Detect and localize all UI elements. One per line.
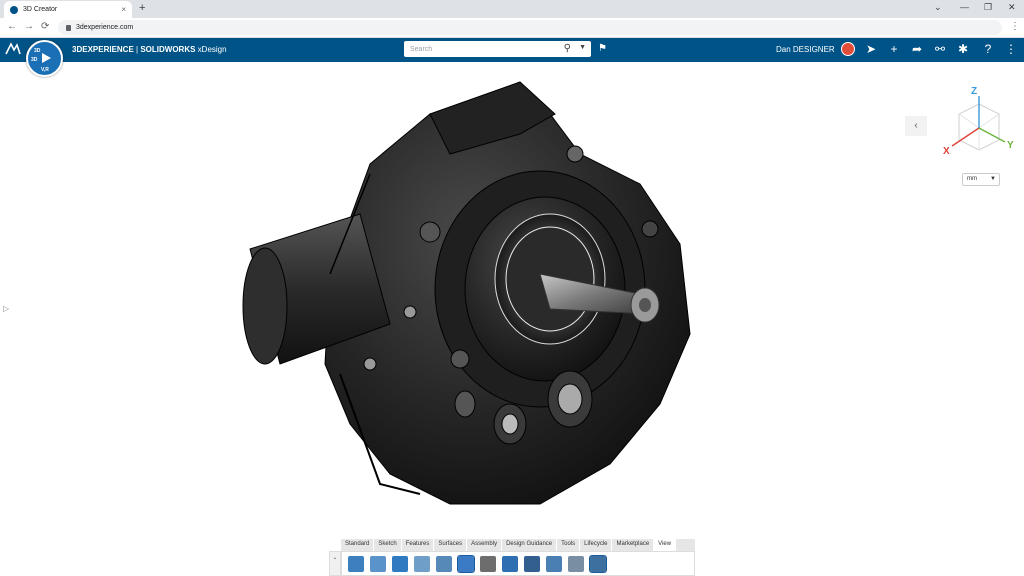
collapse-panel-button[interactable]: ‹ [905,116,927,136]
ds-logo-icon[interactable] [5,42,21,59]
browser-tabstrip: 3D Creator × + ⌄ — ❐ ✕ [0,0,1024,18]
apps-icon[interactable]: ✱ [956,42,970,56]
unit-value: mm [967,176,977,182]
tab-assembly[interactable]: Assembly [467,539,503,551]
appearance-icon[interactable] [524,555,540,572]
lock-icon [66,24,71,31]
3d-viewport[interactable]: ▷ ‹ Z X Y mm ▼ [0,62,1024,576]
minimize-button[interactable]: — [960,2,969,12]
compass-south-label: V,R [41,67,49,73]
compass-west-label: 3D [31,57,38,63]
compass-button[interactable]: 3D 3D V,R [26,40,63,77]
chevron-down-icon: ▼ [990,176,996,182]
zoom-icon[interactable] [370,555,386,572]
tab-features[interactable]: Features [402,539,435,551]
forward-button[interactable]: → [24,21,34,32]
explode-view-icon[interactable] [546,555,562,572]
browser-tab-title: 3D Creator [23,6,58,13]
tab-surfaces[interactable]: Surfaces [434,539,468,551]
view-triad[interactable]: Z X Y [935,82,1023,167]
zoom-area-icon[interactable] [436,555,452,572]
action-bar-commands [341,551,695,576]
search-placeholder: Search [410,45,433,53]
back-button[interactable]: ← [7,21,17,32]
close-tab-icon[interactable]: × [121,5,126,14]
brand-suffix: xDesign [195,45,227,54]
rotate-view-icon[interactable] [348,555,364,572]
brand-platform: 3DEXPERIENCE [72,45,134,54]
url-text: 3dexperience.com [76,24,134,31]
browser-menu-button[interactable]: ⋮ [1010,21,1020,32]
more-icon[interactable]: ⋮ [1004,42,1018,56]
tab-standard[interactable]: Standard [341,539,375,551]
visibility-icon[interactable] [589,554,607,573]
search-icon[interactable]: ⚲ [564,43,571,54]
browser-toolbar: ← → ⟳ 3dexperience.com ⋮ [0,18,1024,38]
add-icon[interactable]: + [887,42,901,56]
capture-icon[interactable] [568,555,584,572]
restore-button[interactable]: ❐ [984,2,992,13]
help-icon[interactable]: ? [981,42,995,56]
avatar[interactable] [841,42,855,56]
share-icon[interactable]: ➤ [864,42,878,56]
triad-z-label: Z [971,86,977,97]
tag-icon[interactable]: ⚑ [598,43,607,54]
new-tab-button[interactable]: + [139,2,145,14]
gearbox-model[interactable] [220,74,695,509]
chevron-down-icon[interactable]: ▼ [579,44,586,51]
app-brand: 3DEXPERIENCE | SOLIDWORKS xDesign [72,45,227,54]
action-bar-toggle[interactable]: ⌄ [329,551,341,576]
tab-design-guidance[interactable]: Design Guidance [502,539,558,551]
search-input[interactable]: Search ⚲ ▼ [404,41,591,57]
address-bar[interactable]: 3dexperience.com [58,20,1002,35]
dassault-favicon-icon [10,5,18,14]
standard-views-icon[interactable] [457,554,475,573]
reload-button[interactable]: ⟳ [41,21,49,32]
play-icon [42,53,51,63]
unit-select[interactable]: mm ▼ [962,173,1000,186]
display-style-icon[interactable] [480,555,496,572]
tab-sketch[interactable]: Sketch [374,539,402,551]
tab-lifecycle[interactable]: Lifecycle [580,539,613,551]
browser-tab[interactable]: 3D Creator × [4,1,132,18]
network-share-icon[interactable]: ⚯ [933,42,947,56]
tab-search-icon[interactable]: ⌄ [934,2,942,13]
brand-product: SOLIDWORKS [140,45,196,54]
close-window-button[interactable]: ✕ [1008,2,1016,13]
expand-left-panel-icon[interactable]: ▷ [3,304,9,313]
tab-marketplace[interactable]: Marketplace [612,539,655,551]
user-name[interactable]: Dan DESIGNER [776,45,835,54]
zoom-to-selection-icon[interactable] [414,555,430,572]
forward-share-icon[interactable]: ➦ [910,42,924,56]
tab-tools[interactable]: Tools [557,539,581,551]
action-bar-tabs: Standard Sketch Features Surfaces Assemb… [341,539,695,551]
action-bar: Standard Sketch Features Surfaces Assemb… [329,539,695,576]
triad-x-label: X [943,146,950,157]
pan-icon[interactable] [392,555,408,572]
tab-view[interactable]: View [654,539,677,551]
section-view-icon[interactable] [502,555,518,572]
triad-y-label: Y [1007,140,1014,151]
compass-north-label: 3D [34,48,41,54]
